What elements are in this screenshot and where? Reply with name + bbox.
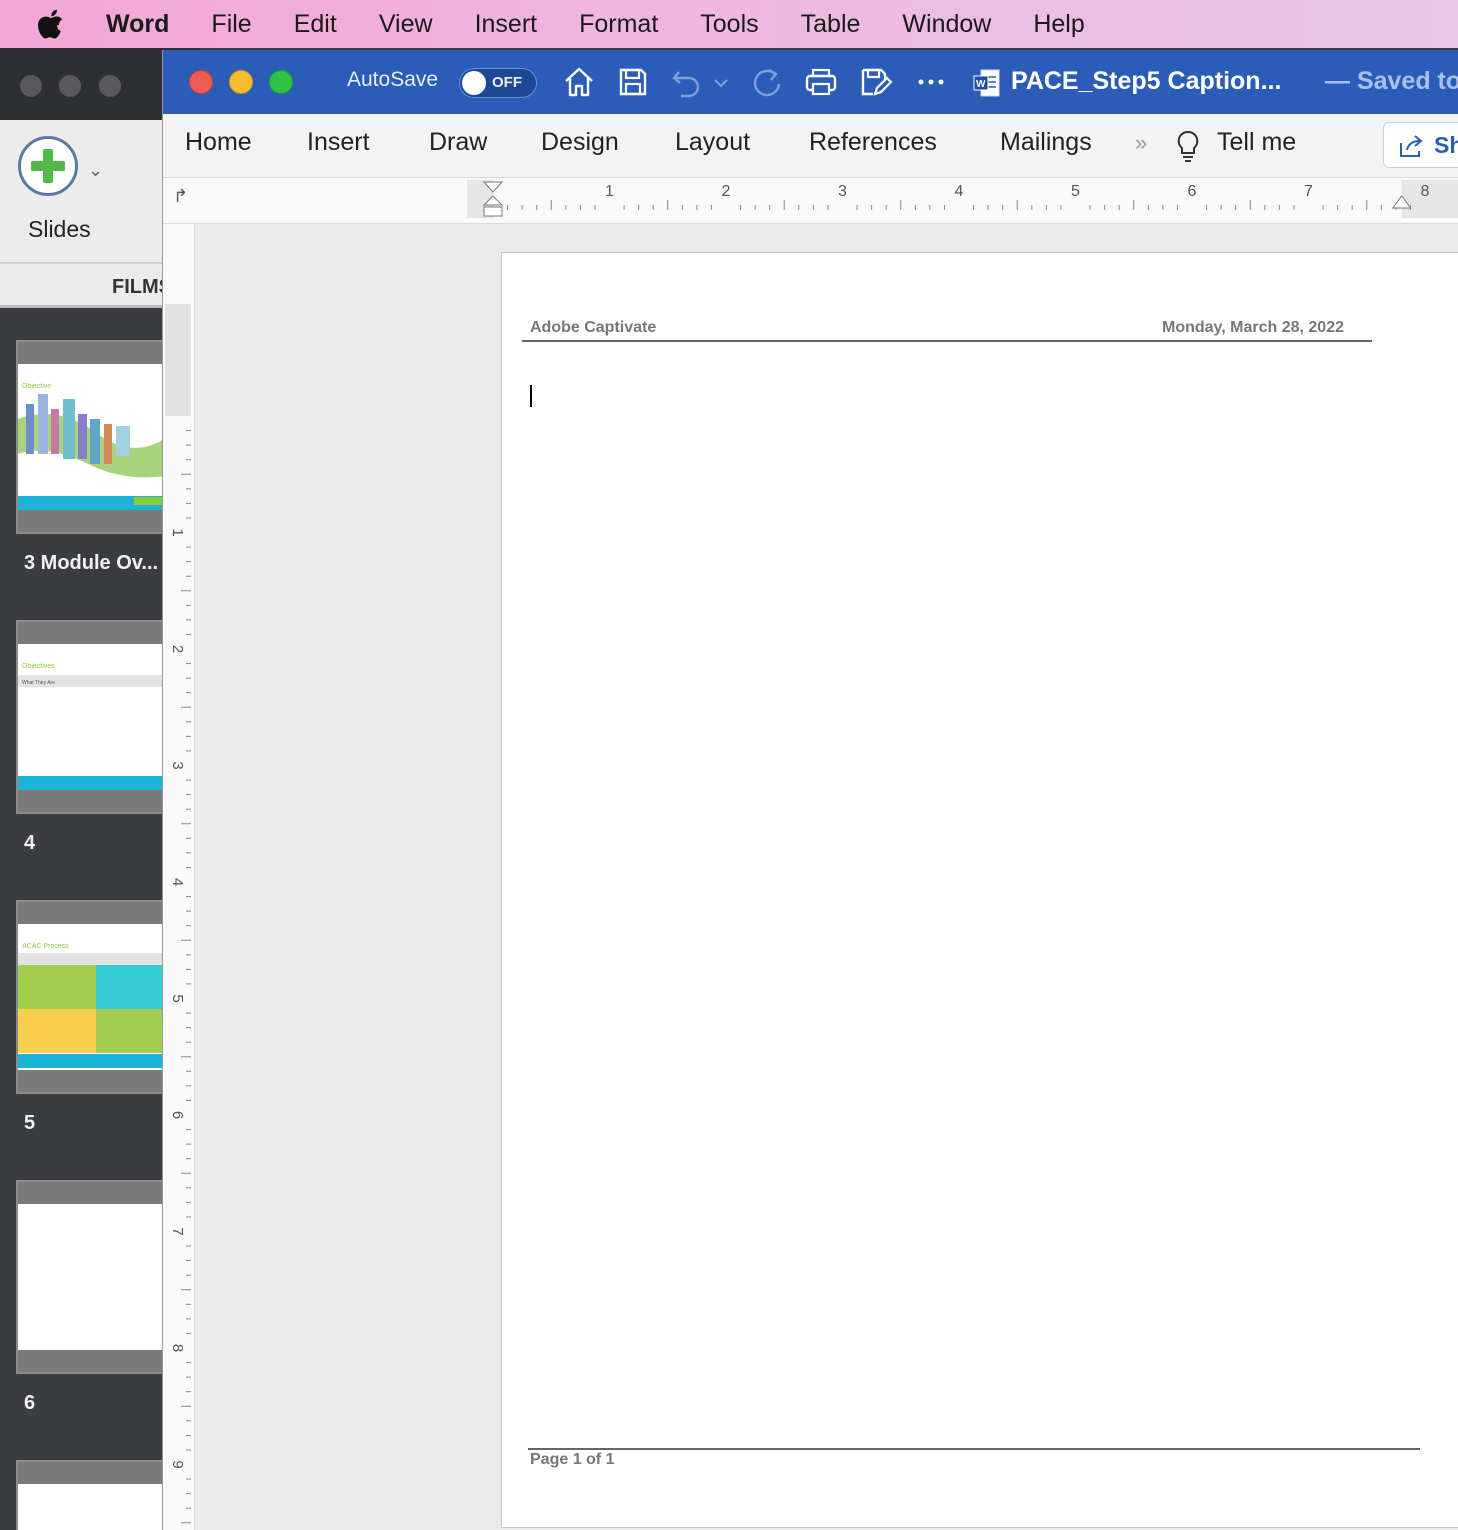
apple-logo-icon[interactable]	[36, 4, 76, 44]
ruler-number: 1	[605, 183, 614, 200]
header-left-text[interactable]: Adobe Captivate	[530, 319, 656, 337]
menu-help[interactable]: Help	[1033, 10, 1084, 39]
menu-file[interactable]: File	[211, 10, 251, 39]
vertical-ruler-number: 3	[169, 761, 186, 769]
vertical-ruler-number: 9	[169, 1460, 186, 1468]
tab-mailings[interactable]: Mailings	[1000, 128, 1092, 157]
slide-thumbnail-3[interactable]: Objective	[16, 340, 176, 534]
tab-design[interactable]: Design	[541, 128, 619, 157]
menu-insert[interactable]: Insert	[475, 10, 538, 39]
save-icon[interactable]	[615, 64, 651, 100]
slide-thumbnail-7[interactable]	[16, 1460, 176, 1530]
autosave-label: AutoSave	[347, 68, 439, 91]
minimize-button[interactable]	[229, 70, 253, 94]
header-date[interactable]: Monday, March 28, 2022	[1162, 319, 1344, 337]
tab-home[interactable]: Home	[185, 128, 252, 157]
close-button[interactable]	[189, 70, 213, 94]
ruler-number: 5	[1071, 183, 1080, 200]
tell-me-search[interactable]: Tell me	[1217, 128, 1296, 157]
footer-page-number[interactable]: Page 1 of 1	[530, 1451, 614, 1469]
slide-thumbnail-4[interactable]: Objectives What They Are	[16, 620, 176, 814]
svg-text:What They Are: What They Are	[22, 680, 55, 686]
svg-text:ACAC Process: ACAC Process	[22, 943, 69, 950]
captivate-close-button[interactable]	[20, 75, 42, 97]
ruler-number: 8	[1421, 183, 1430, 200]
slide-thumbnail-label: 4	[24, 832, 36, 854]
svg-text:Objective: Objective	[22, 383, 51, 390]
tab-insert[interactable]: Insert	[307, 128, 370, 157]
slide-thumbnail-label: 5	[24, 1112, 36, 1134]
vertical-ruler-number: 4	[169, 878, 186, 886]
text-cursor	[530, 385, 532, 407]
share-label: Sh	[1434, 132, 1458, 158]
redo-icon[interactable]	[749, 64, 785, 100]
more-icon[interactable]	[913, 64, 949, 100]
footer-rule	[528, 1448, 1420, 1450]
tab-layout[interactable]: Layout	[675, 128, 750, 157]
save-edit-icon[interactable]	[857, 64, 893, 100]
ruler-number: 6	[1188, 183, 1197, 200]
vertical-ruler-number: 8	[169, 1344, 186, 1352]
vertical-ruler-number: 6	[169, 1111, 186, 1119]
zoom-button[interactable]	[269, 70, 293, 94]
autosave-state: OFF	[492, 74, 522, 91]
captivate-zoom-button[interactable]	[99, 75, 121, 97]
slides-button-label[interactable]: Slides	[28, 216, 91, 243]
vertical-ruler-strip: 1 2 3 4 5 6 7 8 9	[163, 224, 195, 1530]
menu-edit[interactable]: Edit	[294, 10, 337, 39]
svg-text:Objectives: Objectives	[22, 663, 55, 670]
tab-selector-icon[interactable]: ↱	[173, 186, 188, 207]
menu-window[interactable]: Window	[902, 10, 991, 39]
vertical-ruler-number: 5	[169, 994, 186, 1002]
save-status: — Saved to	[1325, 67, 1458, 95]
horizontal-ruler-strip: ↱ 1 2 3 4 5 6 7 8	[163, 178, 1458, 224]
slide-thumbnail-label: 6	[24, 1392, 36, 1414]
ruler-number: 7	[1304, 183, 1313, 200]
lightbulb-icon[interactable]	[1173, 128, 1203, 164]
menu-table[interactable]: Table	[801, 10, 861, 39]
vertical-ruler-number: 2	[169, 645, 186, 653]
captivate-minimize-button[interactable]	[59, 75, 81, 97]
print-icon[interactable]	[803, 64, 839, 100]
word-window: AutoSave OFF W PACE_Step5 Caption... — S…	[162, 50, 1458, 1530]
more-tabs-icon[interactable]: »	[1135, 130, 1147, 156]
document-page[interactable]: Adobe Captivate Monday, March 28, 2022 P…	[501, 252, 1458, 1528]
word-title-bar: AutoSave OFF W PACE_Step5 Caption... — S…	[163, 50, 1458, 114]
slide-thumbnail-6[interactable]	[16, 1180, 176, 1374]
autosave-toggle[interactable]: OFF	[459, 68, 537, 98]
share-button[interactable]: Sh	[1383, 122, 1458, 168]
document-title[interactable]: PACE_Step5 Caption...	[1011, 67, 1281, 96]
vertical-ruler[interactable]: 1 2 3 4 5 6 7 8 9	[163, 224, 195, 1530]
chevron-down-icon[interactable]: ⌄	[88, 160, 103, 181]
menu-format[interactable]: Format	[579, 10, 658, 39]
document-canvas: Adobe Captivate Monday, March 28, 2022 P…	[195, 224, 1458, 1530]
menu-app-word[interactable]: Word	[106, 10, 169, 39]
ruler-number: 3	[838, 183, 847, 200]
header-rule	[522, 340, 1372, 342]
undo-dropdown-icon[interactable]	[711, 64, 731, 100]
undo-icon[interactable]	[669, 64, 705, 100]
tab-draw[interactable]: Draw	[429, 128, 487, 157]
horizontal-ruler[interactable]: 1 2 3 4 5 6 7 8	[467, 180, 1458, 218]
menu-view[interactable]: View	[379, 10, 433, 39]
ruler-number: 4	[955, 183, 964, 200]
tab-references[interactable]: References	[809, 128, 937, 157]
vertical-ruler-number: 1	[169, 528, 186, 536]
slide-thumbnail-label: 3 Module Ov...	[24, 552, 159, 574]
share-icon	[1400, 135, 1423, 157]
left-indent-marker	[483, 206, 503, 217]
vertical-ruler-number: 7	[169, 1227, 186, 1235]
menu-bar: Word File Edit View Insert Format Tools …	[0, 0, 1458, 48]
home-icon[interactable]	[561, 64, 597, 100]
ribbon-tabs: Home Insert Draw Design Layout Reference…	[163, 114, 1458, 178]
add-slide-icon[interactable]	[18, 136, 78, 196]
word-document-icon: W	[973, 69, 1000, 97]
menu-tools[interactable]: Tools	[700, 10, 758, 39]
ruler-number: 2	[722, 183, 731, 200]
svg-text:W: W	[976, 79, 986, 90]
slide-thumbnail-5[interactable]: ACAC Process	[16, 900, 176, 1094]
